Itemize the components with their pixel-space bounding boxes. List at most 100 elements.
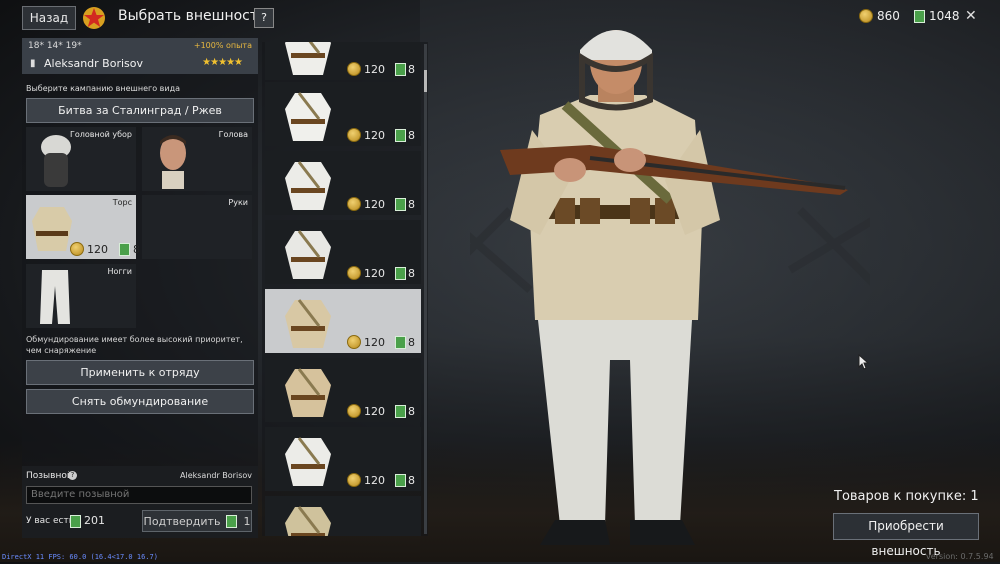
- confirm-callsign-button[interactable]: Подтвердить 1: [142, 510, 252, 532]
- item-tile[interactable]: 120 8: [265, 289, 421, 353]
- gold-coin-icon: [859, 9, 873, 23]
- gold-coin-icon: [347, 197, 361, 211]
- item-price: 120: [347, 473, 385, 487]
- gold-coin-icon: [347, 335, 361, 349]
- scrollbar-track[interactable]: [424, 44, 427, 534]
- campaign-select[interactable]: Битва за Сталинград / Ржев: [26, 98, 254, 123]
- callsign-owner: Aleksandr Borisov: [180, 471, 252, 480]
- slot-label: Головной убор: [69, 130, 132, 139]
- gold-coin-icon: [347, 473, 361, 487]
- item-ticket-price: 8: [395, 129, 415, 142]
- gold-coin-icon: [347, 62, 361, 76]
- item-price: 120: [347, 128, 385, 142]
- item-price: 120: [347, 197, 385, 211]
- ticket-icon: [395, 267, 406, 280]
- callsign-section: Позывной ? Aleksandr Borisov У вас есть …: [22, 466, 258, 538]
- item-tile[interactable]: 120 8: [265, 42, 421, 80]
- slot-hands[interactable]: Руки: [142, 195, 252, 259]
- jacket-thumbnail: [285, 437, 331, 486]
- slot-price: 120 8: [70, 242, 140, 256]
- slot-torso[interactable]: Торс 120 8: [26, 195, 140, 259]
- remove-uniform-button[interactable]: Снять обмундирование: [26, 389, 254, 414]
- item-tile[interactable]: 120 8: [265, 82, 421, 146]
- help-button[interactable]: ?: [254, 8, 274, 28]
- top-bar: Назад Выбрать внешность ? 860 1048 ✕: [0, 0, 1000, 36]
- info-icon[interactable]: ?: [68, 471, 77, 480]
- item-price: 120: [347, 62, 385, 76]
- xp-bonus: +100% опыта: [193, 41, 252, 50]
- page-title: Выбрать внешность: [118, 8, 267, 24]
- callsign-label: Позывной: [26, 471, 73, 481]
- head-thumbnail: [160, 135, 186, 189]
- item-ticket-price: 8: [395, 198, 415, 211]
- gold-coin-icon: [70, 242, 84, 256]
- ticket-icon: [395, 129, 406, 142]
- apply-to-squad-button[interactable]: Применить к отряду: [26, 360, 254, 385]
- item-tile[interactable]: 1208: [265, 496, 421, 536]
- item-tile[interactable]: 120 8: [265, 151, 421, 215]
- slot-label: Ногги: [107, 267, 132, 276]
- item-ticket-price: 8: [395, 405, 415, 418]
- ticket-icon: [70, 515, 81, 528]
- item-price: 120: [347, 404, 385, 418]
- scrollbar-thumb[interactable]: [424, 70, 427, 92]
- item-price: 120: [347, 266, 385, 280]
- item-list[interactable]: 12081208120812081208120812081208: [262, 42, 428, 536]
- helmet-thumbnail: [41, 135, 71, 187]
- soldier-preview: [470, 30, 870, 545]
- ticket-icon: [395, 198, 406, 211]
- fps-counter: DirectX 11 FPS: 60.0 (16.4<17.0 16.7): [2, 553, 158, 561]
- ticket-icon: [914, 9, 925, 23]
- slot-headgear[interactable]: Головной убор: [26, 127, 136, 191]
- gold-coin-icon: [347, 128, 361, 142]
- soldier-class-icon: ▮: [30, 58, 36, 69]
- rating-stars: ★★★★★: [202, 57, 243, 68]
- ticket-icon: [395, 405, 406, 418]
- slot-label: Голова: [218, 130, 248, 139]
- slot-label: Руки: [228, 198, 248, 207]
- have-count: 201: [84, 514, 105, 527]
- jacket-thumbnail: [285, 368, 331, 417]
- slot-label: Торс: [112, 198, 132, 207]
- appearance-panel: 18* 14* 19* +100% опыта ▮ Aleksandr Bori…: [22, 38, 258, 538]
- version-label: version: 0.7.5.94: [926, 552, 994, 561]
- item-tile[interactable]: 120 8: [265, 358, 421, 422]
- ticket-icon: [395, 63, 406, 76]
- gold-coin-icon: [347, 404, 361, 418]
- jacket-thumbnail: [285, 299, 331, 348]
- trousers-thumbnail: [40, 270, 70, 324]
- item-ticket-price: 8: [395, 474, 415, 487]
- have-label: У вас есть: [26, 516, 75, 526]
- item-tile[interactable]: 120 8: [265, 427, 421, 491]
- jacket-thumbnail: [285, 506, 331, 536]
- jacket-thumbnail: [285, 92, 331, 141]
- jacket-thumbnail: [285, 230, 331, 279]
- back-button[interactable]: Назад: [22, 6, 76, 30]
- campaign-prompt: Выберите кампанию внешнего вида: [26, 84, 180, 93]
- soldier-stats: 18* 14* 19*: [28, 41, 82, 51]
- buy-appearance-button[interactable]: Приобрести внешность: [833, 513, 979, 558]
- priority-note: Обмундирование имеет более высокий приор…: [26, 335, 243, 355]
- item-ticket-price: 8: [395, 336, 415, 349]
- slot-head[interactable]: Голова: [142, 127, 252, 191]
- item-price: 120: [347, 335, 385, 349]
- ticket-icon: [395, 474, 406, 487]
- gold-balance: 860: [859, 9, 900, 23]
- jacket-thumbnail: [285, 161, 331, 210]
- ticket-balance: 1048: [914, 9, 960, 23]
- mouse-cursor-icon: [858, 354, 870, 370]
- slot-legs[interactable]: Ногги: [26, 264, 136, 328]
- gold-coin-icon: [347, 266, 361, 280]
- ticket-icon: [226, 514, 238, 528]
- soldier-header[interactable]: 18* 14* 19* +100% опыта ▮ Aleksandr Bori…: [22, 38, 258, 74]
- soldier-name: Aleksandr Borisov: [44, 57, 143, 70]
- callsign-input[interactable]: [26, 486, 252, 504]
- ticket-icon: [119, 242, 130, 256]
- item-ticket-price: 8: [395, 267, 415, 280]
- red-star-icon: [83, 7, 105, 29]
- jacket-thumbnail: [32, 207, 72, 251]
- ticket-icon: [395, 336, 406, 349]
- close-icon[interactable]: ✕: [965, 8, 977, 24]
- item-ticket-price: 8: [395, 63, 415, 76]
- item-tile[interactable]: 120 8: [265, 220, 421, 284]
